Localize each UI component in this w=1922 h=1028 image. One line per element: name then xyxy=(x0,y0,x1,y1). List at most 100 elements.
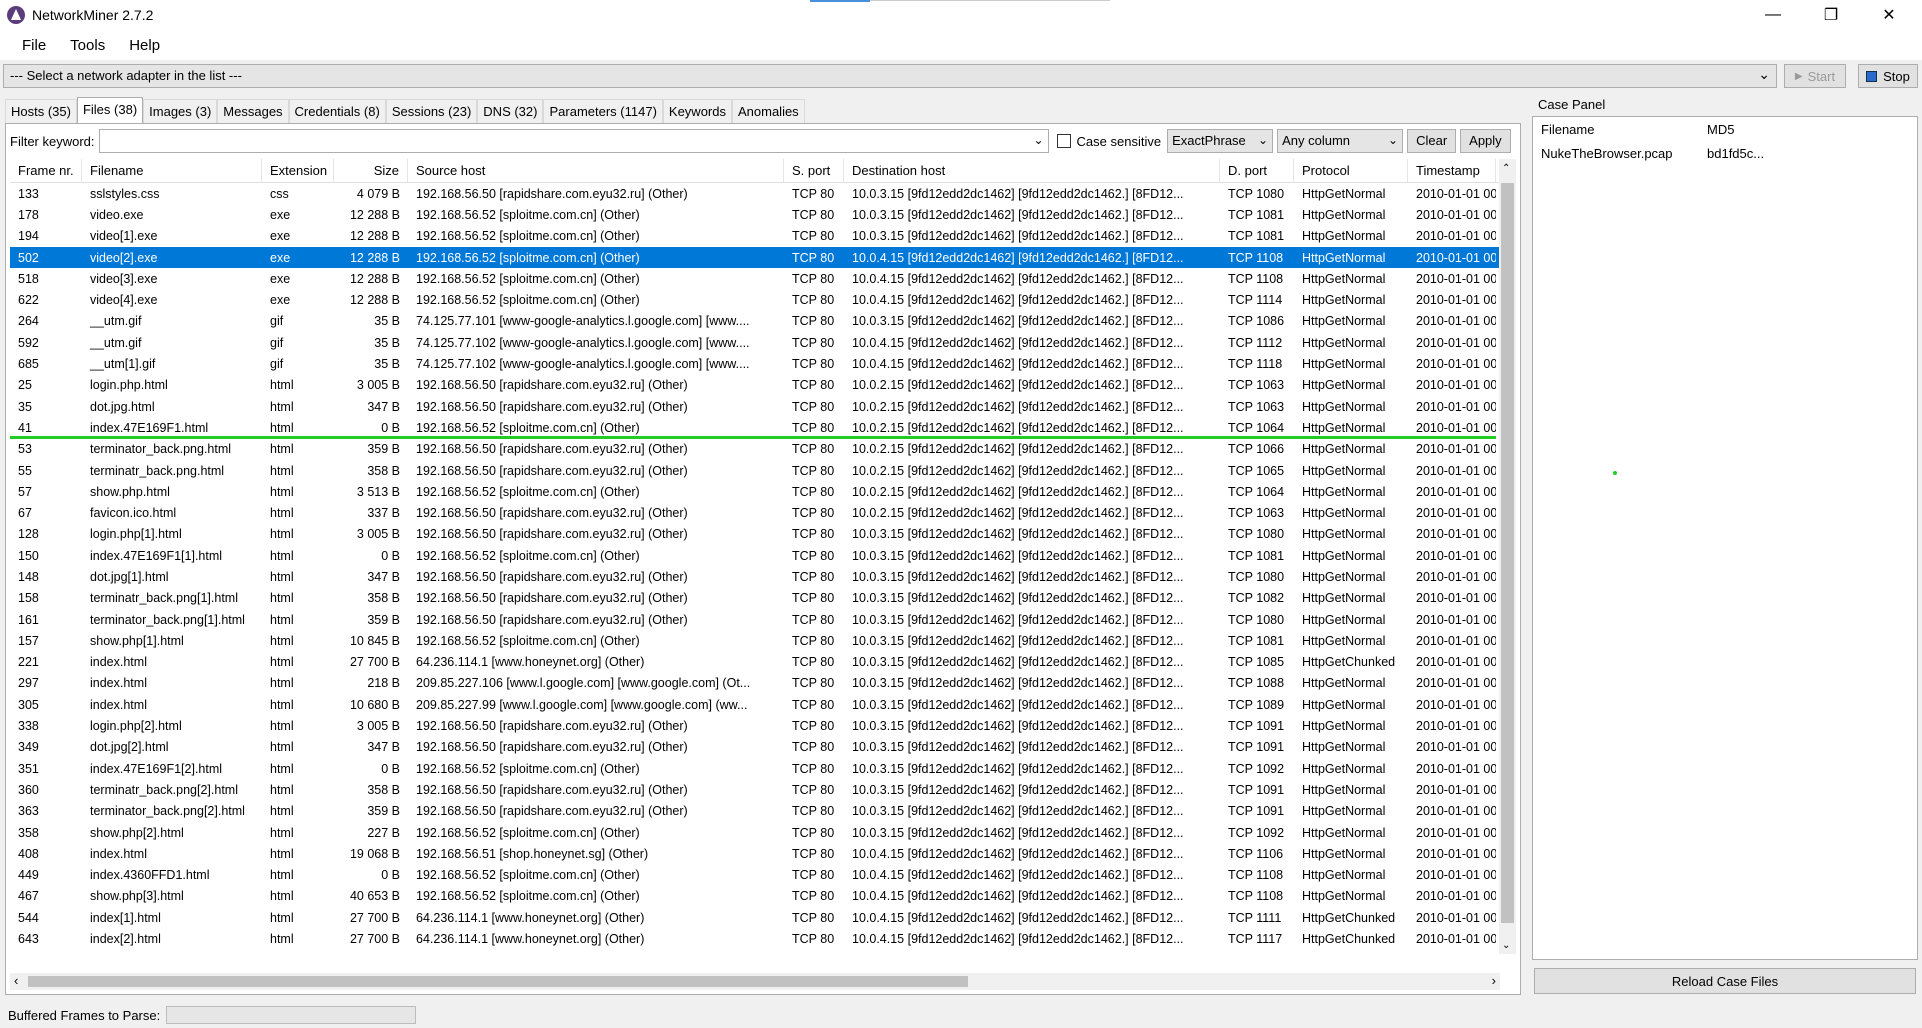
table-row[interactable]: 449 index.4360FFD1.html html 0 B 192.168.56.… xyxy=(10,865,1516,886)
table-row[interactable]: 467 show.php[3].html html 40 653 B 192.168.5… xyxy=(10,886,1516,907)
timestamp-cell: 2010-01-01 00 xyxy=(1416,527,1496,542)
destination-port-cell: TCP 1108 xyxy=(1228,250,1284,265)
col-extension[interactable]: Extension xyxy=(262,159,334,183)
files-panel: Filter keyword: ⌄ Case sensitive ExactPh… xyxy=(5,123,1521,995)
table-row[interactable]: 717show.php[4].htmlhtml3 500 B192.168.56… xyxy=(10,950,1516,954)
table-row[interactable]: 57 show.php.html html 3 513 B 192.168.56.52 … xyxy=(10,481,1516,502)
chevron-left-icon[interactable]: ‹ xyxy=(14,973,18,988)
col-protocol[interactable]: Protocol xyxy=(1294,159,1408,183)
close-icon[interactable]: ✕ xyxy=(1860,0,1918,30)
col-source-host[interactable]: Source host xyxy=(408,159,784,183)
col-timestamp[interactable]: Timestamp xyxy=(1408,159,1496,183)
minimize-icon[interactable]: — xyxy=(1744,0,1802,30)
col-destination-port[interactable]: D. port xyxy=(1220,159,1294,183)
table-row[interactable]: 67 favicon.ico.html html 337 B 192.168.56.50… xyxy=(10,502,1516,523)
col-destination-host[interactable]: Destination host xyxy=(844,159,1220,183)
table-row[interactable]: 157 show.php[1].html html 10 845 B 192.168.5… xyxy=(10,630,1516,651)
table-row[interactable]: 544 index[1].html html 27 700 B 64.236.114.1… xyxy=(10,907,1516,928)
horizontal-scroll-thumb[interactable] xyxy=(28,976,968,987)
table-row[interactable]: 150 index.47E169F1[1].html html 0 B 192.168.… xyxy=(10,545,1516,566)
chevron-up-icon[interactable]: ⌃ xyxy=(1502,163,1510,174)
menu-file[interactable]: File xyxy=(10,37,58,54)
case-sensitive-checkbox[interactable] xyxy=(1056,134,1071,148)
col-frame[interactable]: Frame nr. xyxy=(10,159,82,183)
table-row[interactable]: 128 login.php[1].html html 3 005 B 192.168.5… xyxy=(10,524,1516,545)
adapter-select[interactable]: --- Select a network adapter in the list… xyxy=(3,64,1777,88)
table-row[interactable]: 622 video[4].exe exe 12 288 B 192.168.56.52 … xyxy=(10,289,1516,310)
filter-keyword-input[interactable]: ⌄ xyxy=(98,129,1049,153)
col-source-port[interactable]: S. port xyxy=(784,159,844,183)
table-row[interactable]: 685 __utm[1].gif gif 35 B 74.125.77.102 [www… xyxy=(10,353,1516,374)
title-accent xyxy=(810,0,870,2)
table-row[interactable]: 338 login.php[2].html html 3 005 B 192.168.5… xyxy=(10,715,1516,736)
match-mode-select[interactable]: ExactPhrase ⌄ xyxy=(1167,129,1274,153)
vertical-scroll-thumb[interactable] xyxy=(1501,183,1514,923)
table-row[interactable]: 158 terminatr_back.png[1].html html 358 B 19… xyxy=(10,588,1516,609)
destination-port-cell: TCP 1082 xyxy=(1228,591,1285,606)
tab-hosts[interactable]: Hosts (35) xyxy=(5,99,77,123)
menu-help[interactable]: Help xyxy=(117,37,172,54)
stop-button[interactable]: Stop xyxy=(1858,64,1918,88)
table-row[interactable]: 518 video[3].exe exe 12 288 B 192.168.56.52 … xyxy=(10,268,1516,289)
table-row[interactable]: 351 index.47E169F1[2].html html 0 B 192.168.… xyxy=(10,758,1516,779)
table-row[interactable]: 35 dot.jpg.html html 347 B 192.168.56.50 [ra… xyxy=(10,396,1516,417)
col-filename[interactable]: Filename xyxy=(82,159,262,183)
table-row[interactable]: 643 index[2].html html 27 700 B 64.236.114.1… xyxy=(10,928,1516,949)
table-row[interactable]: 264 __utm.gif gif 35 B 74.125.77.101 [www-go… xyxy=(10,311,1516,332)
source-port-cell: TCP 80 xyxy=(792,186,835,201)
tab-images[interactable]: Images (3) xyxy=(143,99,218,123)
restore-icon[interactable]: ❐ xyxy=(1802,0,1860,30)
tab-parameters[interactable]: Parameters (1147) xyxy=(543,99,663,123)
horizontal-scrollbar[interactable]: ‹ › xyxy=(10,973,1500,990)
menu-tools[interactable]: Tools xyxy=(58,37,117,54)
table-row[interactable]: 25 login.php.html html 3 005 B 192.168.56.50… xyxy=(10,375,1516,396)
destination-port-cell: TCP 1092 xyxy=(1228,825,1285,840)
table-row[interactable]: 358 show.php[2].html html 227 B 192.168.56.5… xyxy=(10,822,1516,843)
table-row[interactable]: 408 index.html html 19 068 B 192.168.56.51 [… xyxy=(10,843,1516,864)
protocol-cell: HttpGetNormal xyxy=(1302,548,1386,563)
clear-button[interactable]: Clear xyxy=(1407,129,1457,153)
tab-sessions[interactable]: Sessions (23) xyxy=(385,99,478,123)
menu-bar: File Tools Help xyxy=(0,30,1922,60)
buffered-frames-label: Buffered Frames to Parse: xyxy=(8,1007,161,1023)
table-row[interactable]: 178 video.exe exe 12 288 B 192.168.56.52 [sp… xyxy=(10,204,1516,225)
table-row[interactable]: 297 index.html html 218 B 209.85.227.106 [ww… xyxy=(10,673,1516,694)
table-row[interactable]: 221 index.html html 27 700 B 64.236.114.1 [w… xyxy=(10,652,1516,673)
table-row[interactable]: 194 video[1].exe exe 12 288 B 192.168.56.52 … xyxy=(10,226,1516,247)
table-row[interactable]: 133 sslstyles.css css 4 079 B 192.168.56.50 … xyxy=(10,183,1516,204)
tab-messages[interactable]: Messages xyxy=(217,99,289,123)
destination-port-cell: TCP 1108 xyxy=(1228,889,1284,904)
table-row[interactable]: 349 dot.jpg[2].html html 347 B 192.168.56.50… xyxy=(10,737,1516,758)
table-row[interactable]: 502 video[2].exe exe 12 288 B 192.168.56.52 … xyxy=(10,246,1516,269)
table-row[interactable]: 55 terminatr_back.png.html html 358 B 192.16… xyxy=(10,460,1516,481)
tab-dns[interactable]: DNS (32) xyxy=(477,99,544,123)
reload-case-files-button[interactable]: Reload Case Files xyxy=(1534,968,1916,994)
chevron-down-icon[interactable]: ⌄ xyxy=(1502,940,1510,951)
tab-anomalies[interactable]: Anomalies xyxy=(731,99,805,123)
table-row[interactable]: 148 dot.jpg[1].html html 347 B 192.168.56.50… xyxy=(10,566,1516,587)
table-row[interactable]: 363 terminator_back.png[2].html html 359 B 1… xyxy=(10,801,1516,822)
table-row[interactable]: 53 terminator_back.png.html html 359 B 192.1… xyxy=(10,439,1516,460)
case-col-md5[interactable]: MD5 xyxy=(1699,122,1779,137)
start-button[interactable]: ▶ Start xyxy=(1784,64,1846,88)
chevron-right-icon[interactable]: › xyxy=(1492,973,1496,988)
table-row[interactable]: 592 __utm.gif gif 35 B 74.125.77.102 [www-go… xyxy=(10,332,1516,353)
destination-host-cell: 10.0.4.15 [9fd12edd2dc1462] [9fd12edd2dc… xyxy=(852,293,1184,308)
extension-cell: html xyxy=(270,740,294,755)
case-row[interactable]: NukeTheBrowser.pcap bd1fd5c... xyxy=(1533,141,1917,165)
col-size[interactable]: Size xyxy=(334,159,408,183)
case-col-filename[interactable]: Filename xyxy=(1533,122,1699,137)
column-select[interactable]: Any column ⌄ xyxy=(1277,129,1404,153)
apply-button[interactable]: Apply xyxy=(1460,129,1511,153)
protocol-cell: HttpGetNormal xyxy=(1302,569,1386,584)
table-row[interactable]: 161 terminator_back.png[1].html html 359 B 1… xyxy=(10,609,1516,630)
table-row[interactable]: 360 terminatr_back.png[2].html html 358 B 19… xyxy=(10,779,1516,800)
tab-files[interactable]: Files (38) xyxy=(76,97,144,123)
table-row[interactable]: 305 index.html html 10 680 B 209.85.227.99 [… xyxy=(10,694,1516,715)
protocol-cell: HttpGetNormal xyxy=(1302,420,1386,435)
tab-credentials[interactable]: Credentials (8) xyxy=(288,99,386,123)
destination-host-cell: 10.0.2.15 [9fd12edd2dc1462] [9fd12edd2dc… xyxy=(852,378,1184,393)
tab-keywords[interactable]: Keywords xyxy=(662,99,732,123)
vertical-scrollbar[interactable]: ⌃ ⌄ xyxy=(1499,159,1516,954)
size-cell: 227 B xyxy=(367,825,400,840)
